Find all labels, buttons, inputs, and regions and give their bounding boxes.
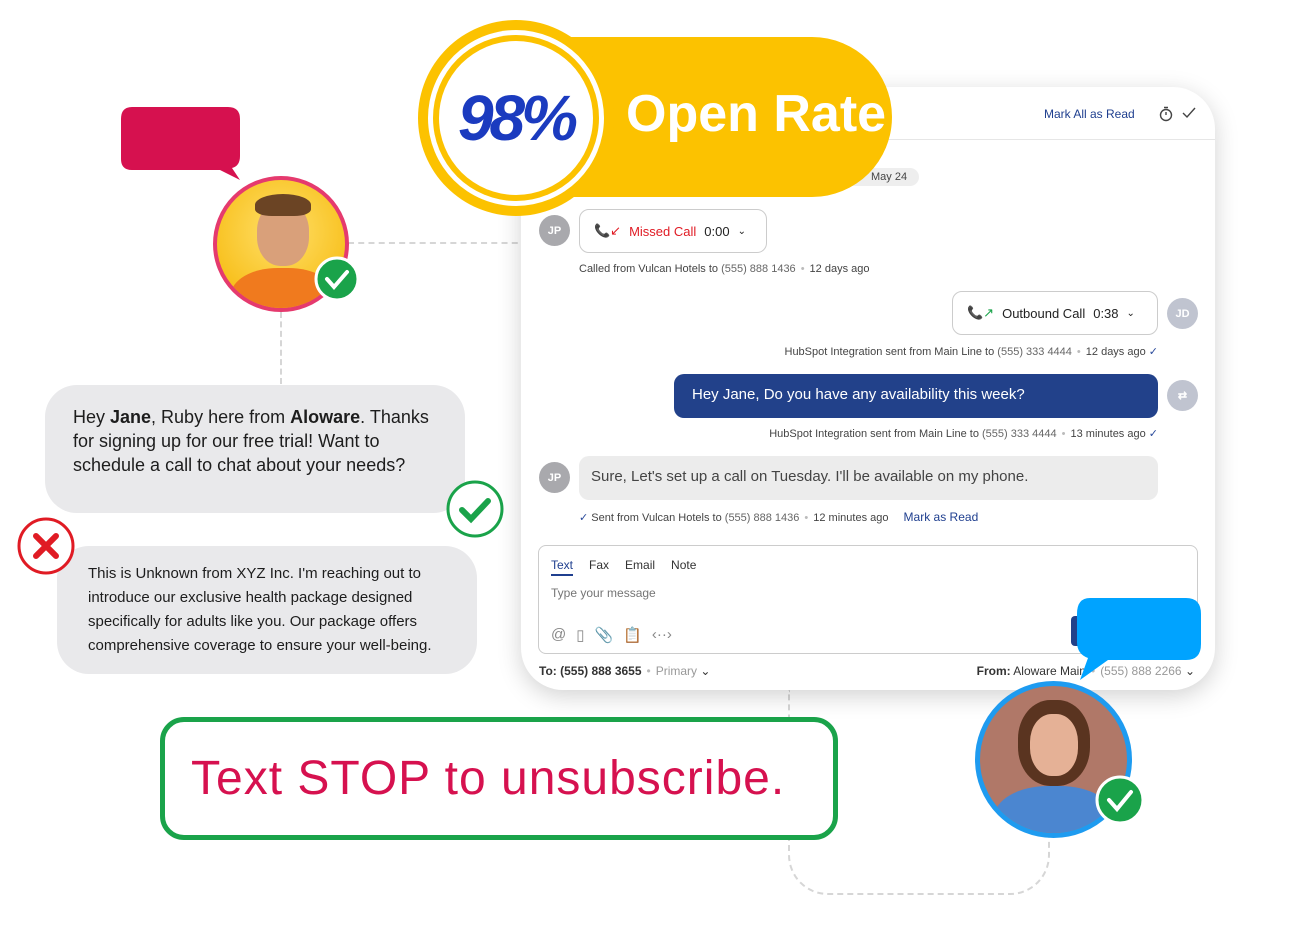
tab-email[interactable]: Email	[625, 558, 655, 572]
delivered-check-icon: ✓	[1148, 346, 1158, 358]
open-rate-label: Open Rate	[626, 85, 887, 143]
tab-note[interactable]: Note	[671, 558, 696, 572]
chevron-down-icon[interactable]: ⌄	[700, 664, 710, 678]
rejected-x-icon	[17, 517, 75, 575]
meta-time: 13 minutes ago	[1070, 428, 1146, 440]
message-input[interactable]	[551, 586, 1051, 600]
to-label: To:	[539, 664, 557, 678]
call-duration: 0:38	[1093, 305, 1119, 321]
delivered-check-icon: ✓	[579, 512, 589, 524]
outgoing-message: Hey Jane, Do you have any availability t…	[674, 374, 1158, 418]
meta-source: Called from Vulcan Hotels to	[579, 263, 718, 275]
attachment-icon[interactable]: 📎	[595, 626, 614, 644]
meta-number: (555) 888 1436	[721, 263, 796, 275]
call-label: Outbound Call	[1002, 305, 1086, 321]
verified-check-icon	[1095, 775, 1145, 825]
noncompliant-message-bubble: This is Unknown from XYZ Inc. I'm reachi…	[57, 546, 477, 674]
verified-check-icon	[314, 256, 360, 302]
compliance-text: Text STOP to unsubscribe.	[191, 752, 786, 805]
tab-text[interactable]: Text	[551, 558, 574, 576]
meta-source: Sent from Vulcan Hotels to	[591, 512, 722, 524]
text: , Ruby here from	[151, 407, 291, 427]
blue-speech-bubble	[1077, 598, 1201, 680]
integration-avatar-icon: ⇄	[1167, 380, 1198, 411]
meta-time: 12 days ago	[809, 263, 870, 275]
meta-number: (555) 333 4444	[982, 428, 1057, 440]
call-duration: 0:00	[704, 223, 730, 239]
meta-number: (555) 333 4444	[997, 346, 1072, 358]
to-number[interactable]: (555) 888 3655	[560, 664, 641, 678]
outbound-call-card[interactable]: 📞↗ Outbound Call 0:38 ⌄	[952, 291, 1158, 335]
connector-line	[348, 242, 528, 244]
avatar: JP	[539, 215, 570, 246]
approved-check-icon	[446, 480, 504, 538]
compliant-message-bubble: Hey Jane, Ruby here from Aloware. Thanks…	[45, 385, 465, 513]
open-rate-percent: 98%	[457, 82, 578, 154]
meta-time: 12 days ago	[1085, 346, 1146, 358]
stopwatch-icon[interactable]	[1159, 106, 1173, 122]
gif-icon[interactable]: ▯	[576, 626, 584, 644]
clipboard-icon[interactable]: 📋	[623, 626, 642, 644]
composer-footer: To: (555) 888 3655 • Primary ⌄	[539, 664, 711, 678]
chevron-down-icon[interactable]: ⌄	[1127, 308, 1135, 319]
delivered-check-icon: ✓	[1148, 428, 1158, 440]
meta-number: (555) 888 1436	[724, 512, 800, 524]
mention-icon[interactable]: @	[551, 626, 566, 644]
call-label: Missed Call	[629, 223, 697, 239]
outbound-call-icon: 📞↗	[967, 305, 995, 320]
text: Hey	[73, 407, 111, 427]
avatar: JD	[1167, 298, 1198, 329]
meta-source: HubSpot Integration sent from Main Line …	[784, 346, 995, 358]
message-meta: Called from Vulcan Hotels to (555) 888 1…	[579, 263, 870, 275]
connector-line	[280, 312, 282, 384]
message-meta: ✓ Sent from Vulcan Hotels to (555) 888 1…	[579, 510, 979, 524]
to-type-select[interactable]: Primary	[656, 664, 697, 678]
meta-source: HubSpot Integration sent from Main Line …	[769, 428, 979, 440]
missed-call-card[interactable]: 📞↙ Missed Call 0:00 ⌄	[579, 209, 767, 253]
meta-time: 12 minutes ago	[813, 512, 889, 524]
message-meta: HubSpot Integration sent from Main Line …	[784, 346, 1159, 358]
incoming-message: Sure, Let's set up a call on Tuesday. I'…	[579, 456, 1158, 500]
brand-name: Aloware	[290, 407, 361, 427]
open-rate-circle: 98%	[418, 20, 614, 216]
check-icon[interactable]	[1182, 107, 1196, 119]
red-speech-bubble	[121, 107, 240, 180]
compliance-notice: Text STOP to unsubscribe.	[160, 717, 838, 840]
contact-name: Jane	[110, 407, 152, 427]
mark-as-read-link[interactable]: Mark as Read	[904, 510, 979, 524]
missed-call-icon: 📞↙	[594, 223, 622, 238]
avatar: JP	[539, 462, 570, 493]
composer-tabs: Text Fax Email Note	[551, 556, 712, 576]
composer-toolbar: @ ▯ 📎 📋 ‹··›	[551, 626, 672, 644]
mark-all-read-link[interactable]: Mark All as Read	[1044, 107, 1135, 121]
from-label: From:	[976, 664, 1011, 678]
message-meta: HubSpot Integration sent from Main Line …	[769, 428, 1158, 440]
chevron-down-icon[interactable]: ⌄	[738, 226, 746, 237]
tab-fax[interactable]: Fax	[589, 558, 609, 572]
variable-icon[interactable]: ‹··›	[652, 626, 672, 644]
